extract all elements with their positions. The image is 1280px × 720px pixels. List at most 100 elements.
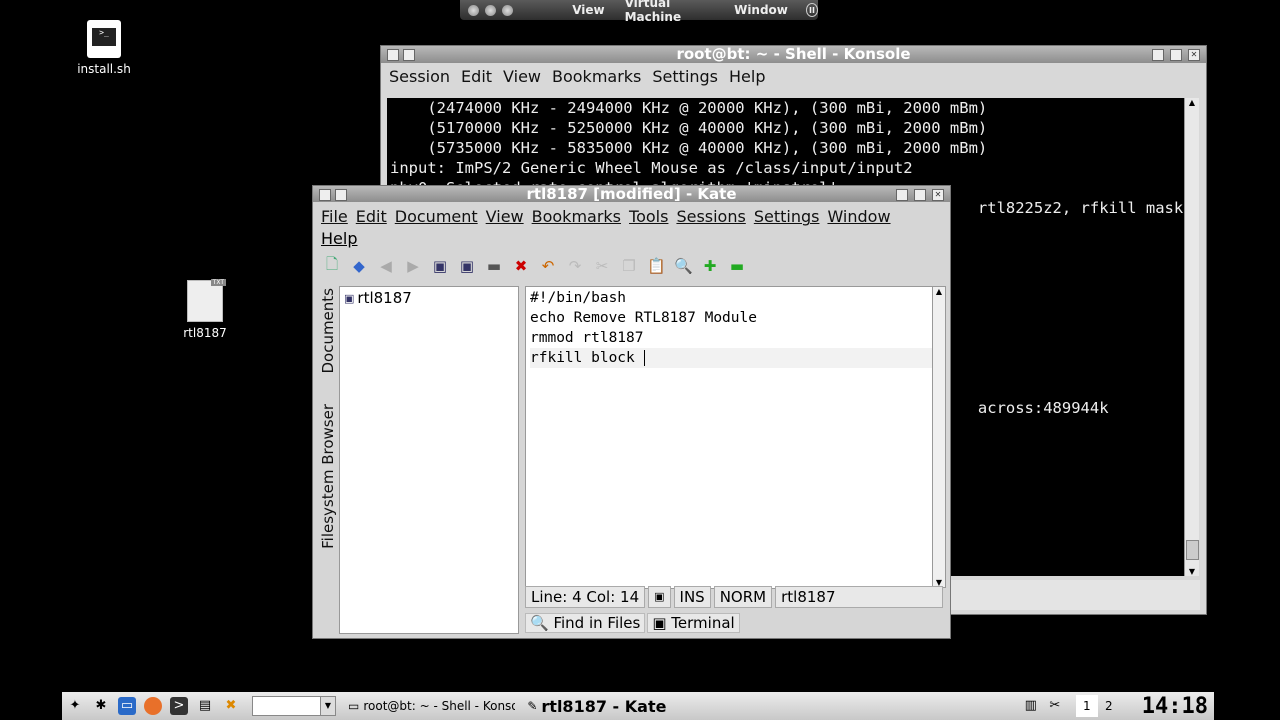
vm-menu-view[interactable]: View bbox=[572, 3, 604, 17]
minimize-icon[interactable] bbox=[1152, 49, 1164, 61]
pin-icon[interactable] bbox=[335, 189, 347, 201]
redo-icon[interactable]: ↷ bbox=[566, 257, 584, 275]
desktop-icon-label: rtl8187 bbox=[183, 326, 227, 340]
menu-settings[interactable]: Settings bbox=[652, 67, 718, 91]
menu-tools[interactable]: Tools bbox=[629, 207, 668, 229]
editor-text-area[interactable]: #!/bin/bash echo Remove RTL8187 Module rmm… bbox=[525, 286, 937, 589]
task-konsole[interactable]: ▭ root@bt: ~ - Shell - Konsole bbox=[348, 699, 515, 713]
terminal-icon: ▣ bbox=[652, 614, 667, 632]
task-kate[interactable]: ✎ rtl8187 - Kate bbox=[527, 697, 666, 716]
editor-line: #!/bin/bash bbox=[530, 290, 627, 306]
menu-window[interactable]: Window bbox=[827, 207, 890, 229]
paste-icon[interactable]: 📋 bbox=[647, 257, 666, 275]
maximize-icon[interactable] bbox=[1170, 49, 1182, 61]
script-file-icon: >_ bbox=[87, 20, 121, 58]
desktop-1[interactable]: 1 bbox=[1075, 695, 1098, 717]
window-controls bbox=[468, 4, 552, 16]
menu-view[interactable]: View bbox=[503, 67, 541, 91]
save-icon: ▣ bbox=[344, 291, 355, 305]
close-document-icon[interactable]: ✖ bbox=[512, 257, 530, 275]
desktop-icon-install-sh[interactable]: >_ install.sh bbox=[64, 20, 144, 76]
input-mode[interactable]: NORM bbox=[713, 586, 773, 608]
clipboard-icon[interactable]: ✂ bbox=[1046, 697, 1064, 715]
menu-help[interactable]: Help bbox=[729, 67, 765, 91]
terminal-icon[interactable]: ▭ bbox=[118, 697, 136, 715]
konsole-icon[interactable]: > bbox=[170, 697, 188, 715]
undo-icon[interactable]: ↶ bbox=[539, 257, 557, 275]
close-icon[interactable]: ✕ bbox=[932, 189, 944, 201]
desktop-icon-rtl8187[interactable]: TXT rtl8187 bbox=[165, 279, 245, 340]
vm-menu-bar: View Virtual Machine Window II bbox=[460, 0, 818, 24]
konsole-menu-bar: Session Edit View Bookmarks Settings Hel… bbox=[381, 63, 1206, 91]
insert-mode[interactable]: INS bbox=[673, 586, 711, 608]
pause-icon[interactable]: II bbox=[805, 3, 818, 17]
search-icon: 🔍 bbox=[530, 614, 549, 632]
terminal-line: (5170000 KHz - 5250000 KHz @ 40000 KHz),… bbox=[390, 119, 988, 137]
new-document-icon[interactable]: 🗋 bbox=[323, 254, 341, 279]
firefox-icon[interactable] bbox=[144, 697, 162, 715]
editor-scrollbar[interactable]: ▲ ▼ bbox=[932, 286, 946, 588]
zoom-out-icon[interactable]: ▬ bbox=[728, 257, 746, 275]
vm-minimize-icon[interactable] bbox=[485, 4, 496, 16]
vm-close-icon[interactable] bbox=[468, 4, 479, 16]
kate-titlebar[interactable]: rtl8187 [modified] - Kate ✕ bbox=[313, 186, 950, 202]
kde-menu-icon[interactable]: ✦ bbox=[66, 697, 84, 715]
menu-edit[interactable]: Edit bbox=[461, 67, 492, 91]
editor-line: rfkill block bbox=[530, 350, 644, 366]
kate-menu-bar: File Edit Document View Bookmarks Tools … bbox=[313, 202, 950, 229]
vm-menu-virtual-machine[interactable]: Virtual Machine bbox=[625, 0, 714, 24]
tab-documents[interactable]: Documents bbox=[319, 288, 337, 374]
taskbar-combo[interactable]: ▼ bbox=[252, 696, 336, 716]
menu-sessions[interactable]: Sessions bbox=[676, 207, 745, 229]
menu-session[interactable]: Session bbox=[389, 67, 450, 91]
tools-icon[interactable]: ✖ bbox=[222, 697, 240, 715]
zoom-in-icon[interactable]: ✚ bbox=[701, 257, 719, 275]
save-icon[interactable]: ▣ bbox=[431, 257, 449, 275]
menu-document[interactable]: Document bbox=[395, 207, 478, 229]
copy-icon[interactable]: ❐ bbox=[620, 257, 638, 275]
terminal-scrollbar[interactable]: ▲ ▼ bbox=[1184, 98, 1199, 576]
desktop-icon-label: install.sh bbox=[77, 62, 131, 76]
save-as-icon[interactable]: ▣ bbox=[458, 257, 476, 275]
kate-window: rtl8187 [modified] - Kate ✕ File Edit Do… bbox=[312, 185, 951, 639]
tab-find-in-files[interactable]: 🔍 Find in Files bbox=[525, 613, 646, 633]
taskbar: ✦ ✱ ▭ > ▤ ✖ ▼ ▭ root@bt: ~ - Shell - Kons… bbox=[62, 692, 1214, 720]
desktop-2[interactable]: 2 bbox=[1098, 695, 1120, 717]
window-menu-icon[interactable] bbox=[387, 49, 399, 61]
pin-icon[interactable] bbox=[403, 49, 415, 61]
menu-settings[interactable]: Settings bbox=[754, 207, 820, 229]
back-icon[interactable]: ◀ bbox=[377, 257, 395, 275]
cursor-position: Line: 4 Col: 14 bbox=[525, 586, 646, 608]
tray-icon[interactable]: ▥ bbox=[1022, 697, 1040, 715]
open-icon[interactable]: ◆ bbox=[350, 257, 368, 275]
maximize-icon[interactable] bbox=[914, 189, 926, 201]
find-icon[interactable]: 🔍 bbox=[674, 257, 693, 275]
menu-file[interactable]: File bbox=[321, 207, 348, 229]
network-icon[interactable]: ✱ bbox=[92, 697, 110, 715]
vm-menu-window[interactable]: Window bbox=[734, 3, 788, 17]
minimize-icon[interactable] bbox=[896, 189, 908, 201]
close-icon[interactable]: ✕ bbox=[1188, 49, 1200, 61]
window-menu-icon[interactable] bbox=[319, 189, 331, 201]
menu-bookmarks[interactable]: Bookmarks bbox=[532, 207, 621, 229]
file-manager-icon[interactable]: ▤ bbox=[196, 697, 214, 715]
cut-icon[interactable]: ✂ bbox=[593, 257, 611, 275]
menu-bookmarks[interactable]: Bookmarks bbox=[552, 67, 641, 91]
bottom-tool-tabs: 🔍 Find in Files ▣ Terminal bbox=[525, 613, 740, 633]
clock[interactable]: 14:18 bbox=[1142, 694, 1208, 719]
document-name: rtl8187 bbox=[775, 586, 943, 608]
print-icon[interactable]: ▬ bbox=[485, 257, 503, 275]
menu-edit[interactable]: Edit bbox=[356, 207, 387, 229]
menu-help[interactable]: Help bbox=[313, 229, 950, 253]
tab-label: Find in Files bbox=[553, 614, 641, 632]
kate-toolbar: 🗋 ◆ ◀ ▶ ▣ ▣ ▬ ✖ ↶ ↷ ✂ ❐ 📋 🔍 ✚ ▬ bbox=[313, 253, 950, 279]
menu-view[interactable]: View bbox=[486, 207, 524, 229]
vm-zoom-icon[interactable] bbox=[502, 4, 513, 16]
task-label: rtl8187 - Kate bbox=[541, 696, 667, 716]
forward-icon[interactable]: ▶ bbox=[404, 257, 422, 275]
tab-filesystem-browser[interactable]: Filesystem Browser bbox=[319, 404, 337, 549]
konsole-titlebar[interactable]: root@bt: ~ - Shell - Konsole ✕ bbox=[381, 46, 1206, 63]
document-item[interactable]: ▣ rtl8187 bbox=[340, 287, 518, 309]
tab-terminal[interactable]: ▣ Terminal bbox=[647, 613, 740, 633]
document-label: rtl8187 bbox=[357, 289, 412, 307]
